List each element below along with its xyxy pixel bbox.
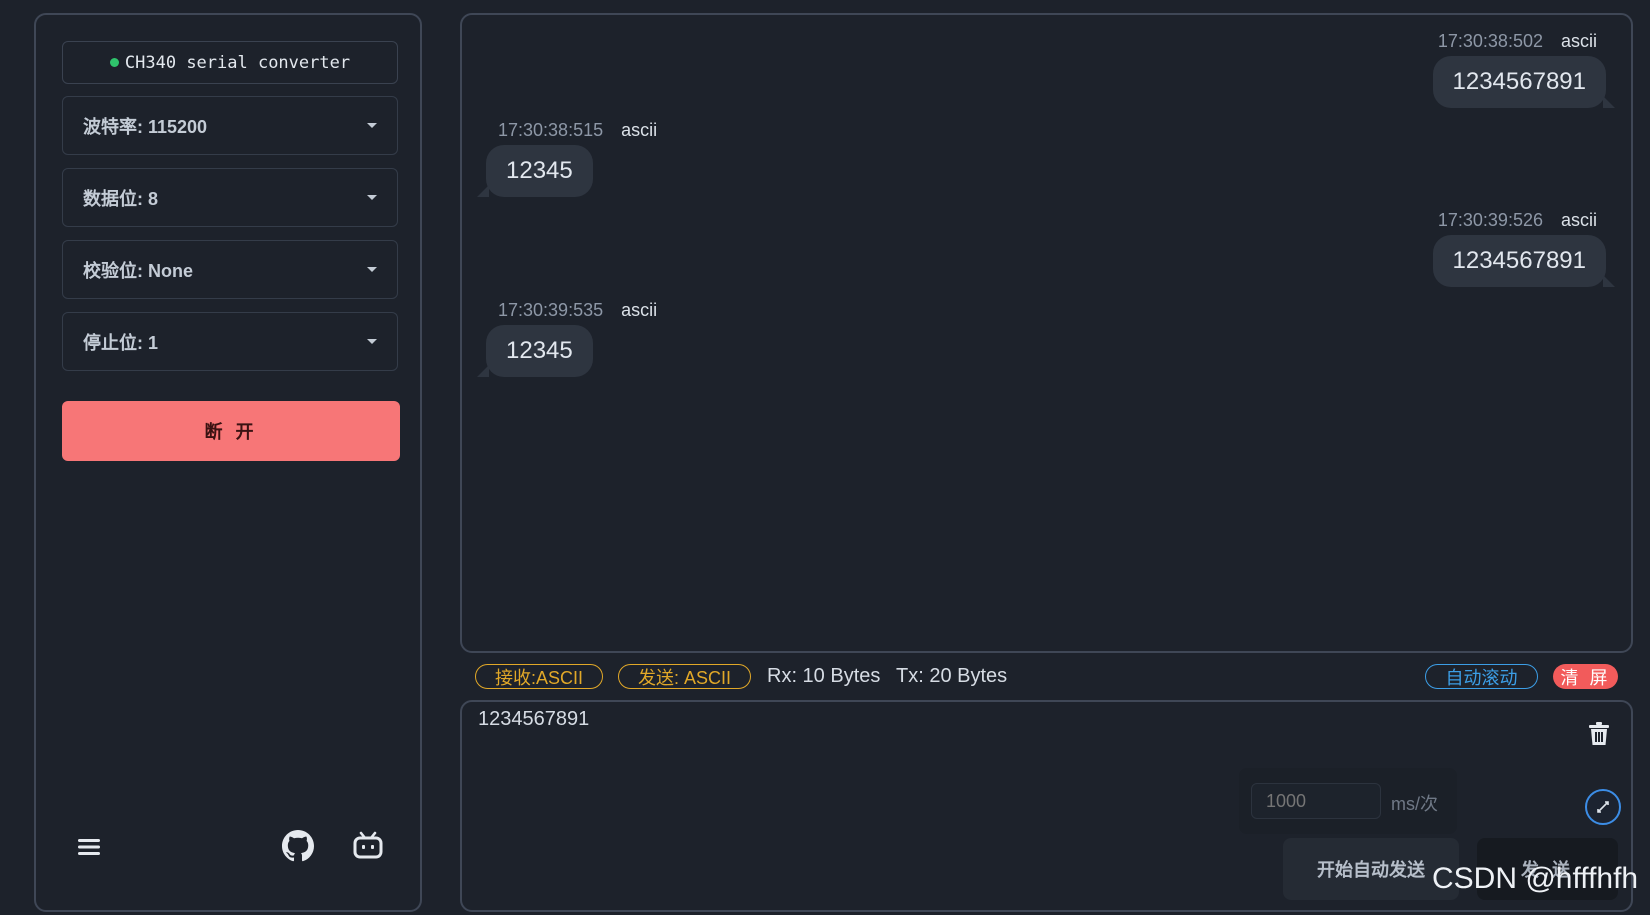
auto-send-interval-group: ms/次 bbox=[1239, 768, 1457, 834]
trash-icon[interactable] bbox=[1589, 722, 1609, 750]
message-bubble: 12345 bbox=[477, 145, 593, 197]
message-bubble: 1234567891 bbox=[1432, 56, 1616, 108]
message-encoding: ascii bbox=[1560, 210, 1597, 230]
chevron-down-icon bbox=[367, 339, 377, 344]
send-textarea[interactable]: 1234567891 bbox=[478, 708, 589, 731]
port-indicator: CH340 serial converter bbox=[62, 41, 398, 84]
message-meta: 17:30:38:502 ascii bbox=[1433, 31, 1597, 52]
message-meta: 17:30:38:515 ascii bbox=[498, 120, 657, 141]
baud-rate-select[interactable]: 波特率: 115200 bbox=[62, 96, 398, 155]
connection-status-dot bbox=[109, 58, 119, 67]
message-time: 17:30:38:502 bbox=[1437, 31, 1543, 51]
baud-rate-label: 波特率: 115200 bbox=[83, 116, 208, 137]
message-time: 17:30:39:535 bbox=[498, 300, 604, 320]
data-bits-select[interactable]: 数据位: 8 bbox=[62, 168, 398, 227]
message-encoding: ascii bbox=[621, 120, 658, 140]
data-bits-label: 数据位: 8 bbox=[83, 188, 159, 209]
message-sent: 17:30:38:502 ascii 1234567891 bbox=[1432, 31, 1617, 108]
message-time: 17:30:39:526 bbox=[1437, 210, 1543, 230]
message-meta: 17:30:39:526 ascii bbox=[1433, 210, 1597, 231]
disconnect-button[interactable]: 断 开 bbox=[62, 401, 400, 461]
send-mode-toggle[interactable]: 发送: ASCII bbox=[618, 664, 751, 689]
port-name: CH340 serial converter bbox=[124, 52, 351, 73]
chevron-down-icon bbox=[367, 267, 377, 272]
message-sent: 17:30:39:526 ascii 1234567891 bbox=[1432, 210, 1617, 287]
message-time: 17:30:38:515 bbox=[498, 120, 604, 140]
github-icon[interactable] bbox=[282, 830, 314, 866]
tx-counter: Tx: 20 Bytes bbox=[896, 665, 1008, 687]
parity-label: 校验位: None bbox=[83, 260, 193, 281]
chevron-down-icon bbox=[367, 195, 377, 200]
collapse-button[interactable] bbox=[1585, 789, 1621, 825]
rx-counter: Rx: 10 Bytes bbox=[767, 665, 881, 687]
message-panel[interactable]: 17:30:38:502 ascii 1234567891 17:30:38:51… bbox=[460, 13, 1633, 653]
start-auto-send-button[interactable]: 开始自动发送 bbox=[1283, 838, 1459, 900]
interval-input[interactable] bbox=[1251, 783, 1381, 819]
message-bubble: 1234567891 bbox=[1432, 235, 1616, 287]
clear-screen-button[interactable]: 清 屏 bbox=[1553, 664, 1618, 689]
message-bubble: 12345 bbox=[477, 325, 593, 377]
receive-mode-toggle[interactable]: 接收:ASCII bbox=[475, 664, 603, 689]
input-panel: 1234567891 ms/次 开始自动发送 发 送 bbox=[460, 700, 1633, 912]
auto-scroll-toggle[interactable]: 自动滚动 bbox=[1425, 664, 1538, 689]
interval-unit: ms/次 bbox=[1391, 794, 1438, 814]
bilibili-icon[interactable] bbox=[352, 830, 384, 864]
collapse-icon bbox=[1597, 801, 1609, 813]
message-encoding: ascii bbox=[621, 300, 658, 320]
send-button[interactable]: 发 送 bbox=[1477, 838, 1618, 900]
message-received: 17:30:38:515 ascii 12345 bbox=[477, 120, 657, 197]
parity-select[interactable]: 校验位: None bbox=[62, 240, 398, 299]
chevron-down-icon bbox=[367, 123, 377, 128]
message-meta: 17:30:39:535 ascii bbox=[498, 300, 657, 321]
message-received: 17:30:39:535 ascii 12345 bbox=[477, 300, 657, 377]
sidebar: CH340 serial converter 波特率: 115200 数据位: … bbox=[34, 13, 422, 912]
menu-icon[interactable] bbox=[78, 838, 100, 860]
message-encoding: ascii bbox=[1560, 31, 1597, 51]
stop-bits-label: 停止位: 1 bbox=[83, 332, 159, 353]
stop-bits-select[interactable]: 停止位: 1 bbox=[62, 312, 398, 371]
